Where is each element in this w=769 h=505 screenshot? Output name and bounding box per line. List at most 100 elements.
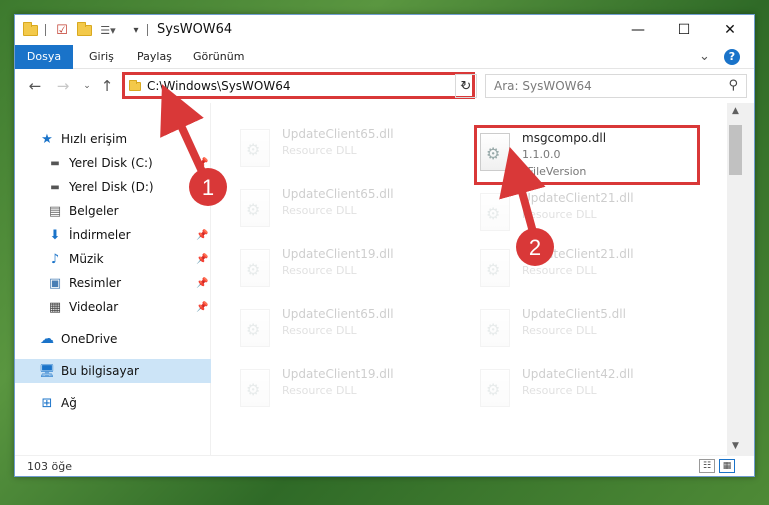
- file-description: Resource DLL: [522, 384, 597, 397]
- forward-arrow-icon[interactable]: →: [53, 77, 73, 95]
- dll-file-icon: [240, 249, 270, 287]
- list-item[interactable]: UpdateClient21.dll Resource DLL: [476, 187, 706, 243]
- sidebar-item-label: Hızlı erişim: [61, 132, 128, 146]
- file-description: Resource DLL: [282, 144, 357, 157]
- dll-file-icon: [240, 189, 270, 227]
- title-bar: ☑ ☰▾ ▾ SysWOW64 — ☐ ✕: [15, 15, 754, 45]
- large-icons-view-icon[interactable]: ▦: [719, 459, 735, 473]
- pin-icon[interactable]: 📌: [196, 230, 208, 241]
- sidebar-item-label: Müzik: [69, 252, 104, 266]
- sidebar-item-label: Resimler: [69, 276, 122, 290]
- pin-icon[interactable]: 📌: [196, 158, 208, 169]
- dll-file-icon: [240, 369, 270, 407]
- minimize-button[interactable]: —: [615, 15, 661, 45]
- file-name: UpdateClient42.dll: [522, 367, 634, 381]
- help-icon[interactable]: ?: [724, 49, 740, 65]
- search-placeholder: Ara: SysWOW64: [494, 79, 592, 93]
- list-item[interactable]: UpdateClient21.dll Resource DLL: [476, 243, 706, 299]
- list-item[interactable]: UpdateClient65.dll Resource DLL: [236, 183, 466, 239]
- file-name: UpdateClient21.dll: [522, 247, 634, 261]
- file-description: Resource DLL: [282, 384, 357, 397]
- back-arrow-icon[interactable]: ←: [25, 77, 45, 95]
- navigation-pane: ★ Hızlı erişim ▬ Yerel Disk (C:) 📌 ▬ Yer…: [15, 103, 211, 455]
- sidebar-item-documents[interactable]: ▤ Belgeler: [15, 199, 211, 223]
- file-description: Resource DLL: [522, 208, 597, 221]
- file-name: UpdateClient65.dll: [282, 307, 394, 321]
- pictures-icon: ▣: [48, 275, 62, 291]
- quick-access-dropdown-icon[interactable]: ▾: [127, 22, 145, 38]
- ribbon-tabs: Dosya Giriş Paylaş Görünüm ⌄ ?: [15, 45, 754, 101]
- pin-icon[interactable]: 📌: [196, 254, 208, 265]
- title-separator: [45, 24, 46, 36]
- cloud-icon: ☁: [40, 331, 54, 347]
- new-folder-icon[interactable]: [75, 21, 93, 38]
- search-input[interactable]: Ara: SysWOW64 ⚲: [485, 74, 747, 98]
- vertical-scrollbar[interactable]: ▲ ▼: [727, 103, 754, 455]
- scroll-down-icon[interactable]: ▼: [727, 438, 744, 455]
- sidebar-item-network[interactable]: ⊞ Ağ: [15, 391, 211, 415]
- sidebar-item-label: Bu bilgisayar: [61, 364, 139, 378]
- sidebar-item-pictures[interactable]: ▣ Resimler 📌: [15, 271, 211, 295]
- dll-file-icon: [480, 249, 510, 287]
- item-count: 103 öğe: [27, 460, 72, 473]
- list-item[interactable]: UpdateClient19.dll Resource DLL: [236, 243, 466, 299]
- explorer-window: ☑ ☰▾ ▾ SysWOW64 — ☐ ✕ Dosya Giriş Paylaş…: [14, 14, 755, 477]
- tab-view[interactable]: Görünüm: [185, 45, 252, 69]
- dll-file-icon: [480, 369, 510, 407]
- dll-file-icon: [480, 193, 510, 231]
- sidebar-item-label: Ağ: [61, 396, 77, 410]
- list-item[interactable]: UpdateClient5.dll Resource DLL: [476, 303, 706, 359]
- video-icon: ▦: [48, 299, 62, 315]
- refresh-button[interactable]: ↻: [455, 74, 477, 98]
- list-item[interactable]: UpdateClient65.dll Resource DLL: [236, 303, 466, 359]
- sidebar-item-onedrive[interactable]: ☁ OneDrive: [15, 327, 211, 351]
- quick-access-customize-icon[interactable]: ☰▾: [97, 22, 119, 38]
- details-view-icon[interactable]: ☷: [699, 459, 715, 473]
- download-icon: ⬇: [49, 227, 61, 243]
- recent-locations-chevron-icon[interactable]: ⌄: [77, 81, 97, 91]
- dll-file-icon: [240, 129, 270, 167]
- sidebar-item-videos[interactable]: ▦ Videolar 📌: [15, 295, 211, 319]
- close-button[interactable]: ✕: [707, 15, 753, 45]
- properties-icon[interactable]: ☑: [53, 22, 71, 38]
- computer-icon: 🖥: [38, 363, 56, 379]
- sidebar-item-downloads[interactable]: ⬇ İndirmeler 📌: [15, 223, 211, 247]
- search-icon: ⚲: [728, 78, 738, 93]
- address-row: ← → ⌄ ↑ C:\Windows\SysWOW64 ⌄ ↻ Ara: Sys…: [15, 69, 754, 103]
- file-description: Resource DLL: [522, 324, 597, 337]
- list-item[interactable]: UpdateClient19.dll Resource DLL: [236, 363, 466, 419]
- file-description: Resource DLL: [282, 264, 357, 277]
- documents-icon: ▤: [48, 203, 62, 219]
- scrollbar-thumb[interactable]: [729, 125, 742, 175]
- network-icon: ⊞: [41, 395, 53, 411]
- scroll-up-icon[interactable]: ▲: [727, 103, 744, 120]
- up-arrow-icon[interactable]: ↑: [97, 77, 117, 95]
- drive-icon: ▬: [50, 181, 60, 193]
- title-separator: [147, 24, 148, 36]
- music-icon: ♪: [50, 251, 60, 267]
- sidebar-item-music[interactable]: ♪ Müzik 📌: [15, 247, 211, 271]
- list-item[interactable]: UpdateClient42.dll Resource DLL: [476, 363, 706, 419]
- file-description: Resource DLL: [282, 324, 357, 337]
- file-name: UpdateClient19.dll: [282, 367, 394, 381]
- pin-icon[interactable]: 📌: [196, 302, 208, 313]
- maximize-button[interactable]: ☐: [661, 15, 707, 45]
- tab-home[interactable]: Giriş: [81, 45, 122, 69]
- sidebar-item-quick-access[interactable]: ★ Hızlı erişim: [15, 127, 211, 151]
- file-name: UpdateClient65.dll: [282, 127, 394, 141]
- sidebar-item-label: Yerel Disk (D:): [69, 180, 154, 194]
- folder-icon: [21, 21, 39, 38]
- sidebar-item-local-disk-c[interactable]: ▬ Yerel Disk (C:) 📌: [15, 151, 211, 175]
- drive-icon: ▬: [50, 157, 60, 169]
- sidebar-item-local-disk-d[interactable]: ▬ Yerel Disk (D:): [15, 175, 211, 199]
- file-name: UpdateClient19.dll: [282, 247, 394, 261]
- address-annotation-box: [122, 72, 475, 99]
- sidebar-item-this-pc[interactable]: 🖥 Bu bilgisayar: [15, 359, 211, 383]
- file-list: UpdateClient65.dll Resource DLL UpdateCl…: [212, 103, 727, 455]
- pin-icon[interactable]: 📌: [196, 278, 208, 289]
- tab-share[interactable]: Paylaş: [129, 45, 180, 69]
- ribbon-expand-icon[interactable]: ⌄: [699, 45, 710, 69]
- list-item[interactable]: UpdateClient65.dll Resource DLL: [236, 123, 466, 179]
- file-name: UpdateClient21.dll: [522, 191, 634, 205]
- sidebar-item-label: Yerel Disk (C:): [69, 156, 153, 170]
